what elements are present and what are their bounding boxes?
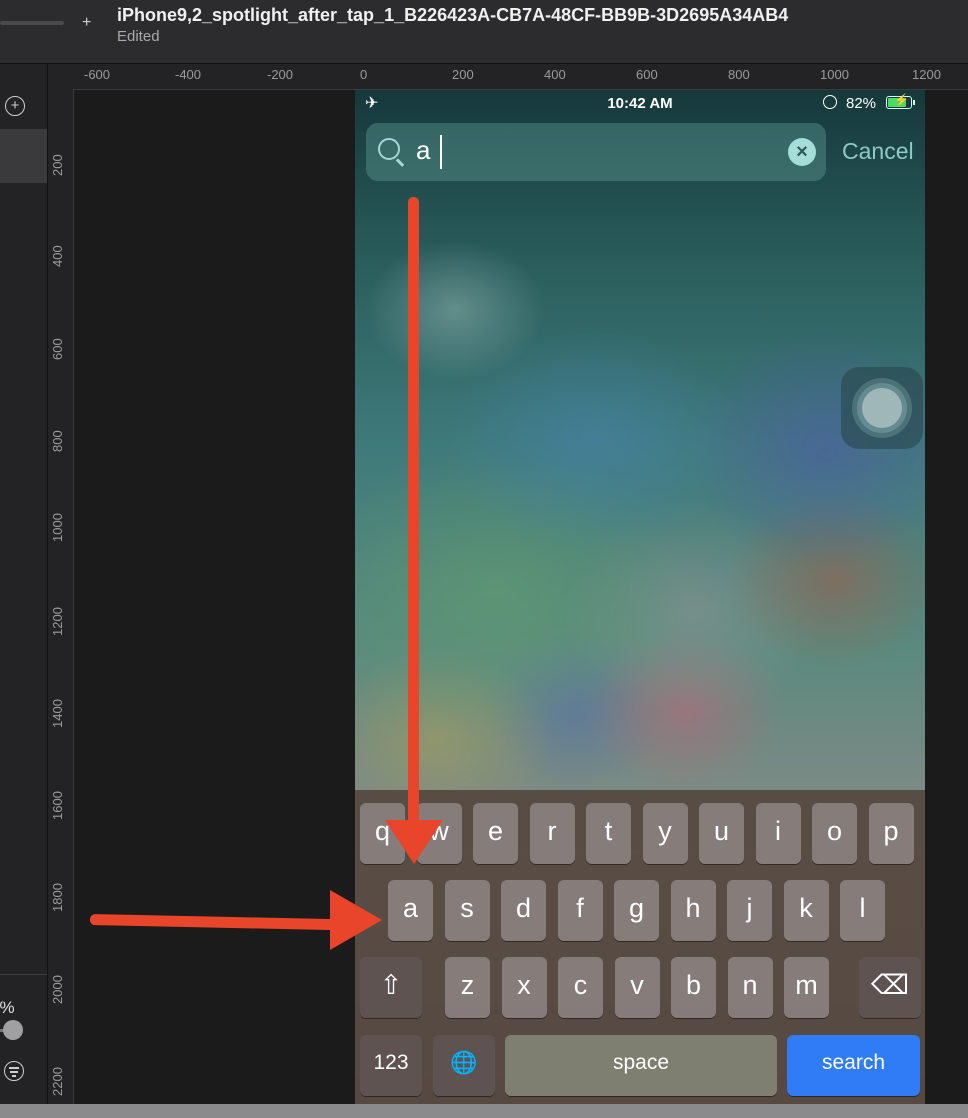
key-x[interactable]: x [501,957,547,1018]
battery-percentage: 82% [846,95,877,112]
vertical-ruler: 200 400 600 800 1000 1200 1400 1600 1800 2000 2200 [48,89,74,1104]
ruler-tick-label: 1200 [912,67,941,82]
sidebar-selected-item[interactable] [0,129,47,183]
phone-screenshot: ✈ 10:42 AM 82% ⚡ a × Cancel ⇧ ⌫ 123 🌐 sp… [355,90,925,1104]
assistive-touch-button[interactable] [841,367,923,449]
add-button[interactable]: + [82,14,91,32]
ruler-tick-label: 400 [50,245,65,267]
key-g[interactable]: g [614,880,659,941]
rotation-lock-icon [823,95,837,109]
status-time: 10:42 AM [607,95,673,112]
spotlight-search-field[interactable]: a × [366,123,826,181]
key-a[interactable]: a [388,880,433,941]
key-j[interactable]: j [727,880,772,941]
key-f[interactable]: f [557,880,603,941]
ruler-tick-label: 2000 [50,975,65,1004]
ruler-tick-label: 200 [452,67,474,82]
key-n[interactable]: n [727,957,773,1018]
cancel-button[interactable]: Cancel [842,138,914,165]
ruler-tick-label: -200 [267,67,294,82]
clear-search-button[interactable]: × [788,138,816,166]
key-o[interactable]: o [812,803,857,864]
key-v[interactable]: v [614,957,660,1018]
key-s[interactable]: s [444,880,490,941]
ruler-tick-label: 1600 [50,791,65,820]
bottom-bar [0,1104,968,1118]
ruler-tick-label: 1000 [50,513,65,542]
horizontal-ruler: -600 -400 -200 0 200 400 600 800 1000 1200 [48,64,968,90]
ruler-tick-label: 1000 [820,67,849,82]
key-l[interactable]: l [840,880,885,941]
key-m[interactable]: m [784,957,829,1018]
ruler-tick-label: -600 [84,67,111,82]
charging-icon: ⚡ [894,93,909,107]
space-key[interactable]: space [505,1035,777,1096]
key-i[interactable]: i [755,803,801,864]
ruler-tick-label: 600 [50,338,65,360]
battery-tip [913,100,915,105]
numbers-key[interactable]: 123 [360,1035,422,1096]
zoom-slider-knob[interactable] [3,1020,23,1040]
key-r[interactable]: r [529,803,575,864]
status-bar: ✈ 10:42 AM 82% ⚡ [355,90,925,116]
ruler-tick-label: 800 [728,67,750,82]
zoom-percentage: 0% [0,998,15,1017]
key-b[interactable]: b [671,957,716,1018]
key-k[interactable]: k [783,880,829,941]
shift-key[interactable]: ⇧ [360,957,422,1018]
search-key[interactable]: search [787,1035,920,1096]
key-p[interactable]: p [868,803,914,864]
key-h[interactable]: h [670,880,716,941]
ruler-tick-label: 1200 [50,607,65,636]
ruler-tick-label: 600 [636,67,658,82]
key-d[interactable]: d [501,880,546,941]
search-icon [378,138,400,160]
ruler-tick-label: 800 [50,430,65,452]
document-status: Edited [117,28,160,45]
key-t[interactable]: t [586,803,631,864]
title-bar: + iPhone9,2_spotlight_after_tap_1_B22642… [0,0,968,64]
key-z[interactable]: z [445,957,490,1018]
ruler-tick-label: 0 [360,67,368,82]
add-layer-icon[interactable]: + [5,96,25,116]
ruler-tick-label: 400 [544,67,566,82]
ruler-tick-label: 1800 [50,883,65,912]
key-u[interactable]: u [699,803,744,864]
sidebar: + 0% [0,64,48,1104]
key-c[interactable]: c [558,957,603,1018]
globe-key[interactable]: 🌐 [433,1035,495,1096]
assistive-touch-center [862,388,902,428]
sidebar-divider [0,974,47,975]
key-y[interactable]: y [642,803,688,864]
ruler-tick-label: -400 [175,67,202,82]
ruler-tick-label: 2200 [50,1067,65,1096]
delete-key[interactable]: ⌫ [859,957,921,1018]
search-query[interactable]: a [416,135,430,166]
ruler-tick-label: 1400 [50,699,65,728]
ruler-tick-label: 200 [50,154,65,176]
key-e[interactable]: e [473,803,518,864]
filter-icon[interactable] [4,1061,24,1081]
titlebar-slider[interactable] [0,21,64,25]
text-caret [440,135,442,169]
document-title: iPhone9,2_spotlight_after_tap_1_B226423A… [117,5,789,25]
